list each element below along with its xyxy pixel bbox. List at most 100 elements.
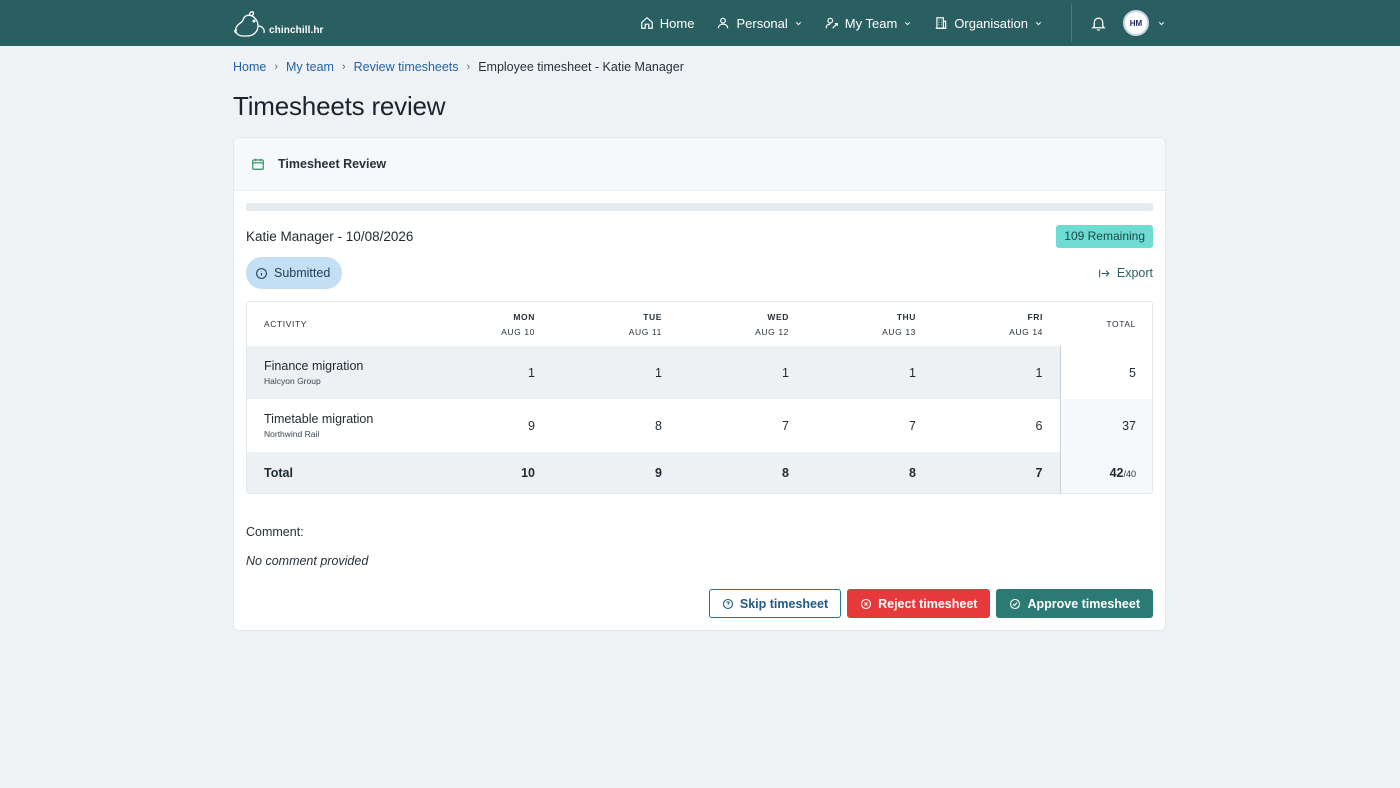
row-total-cell: 5 <box>1059 346 1152 399</box>
day-total-cell: 7 <box>933 452 1060 493</box>
action-buttons: Skip timesheet Reject timesheet Approve … <box>708 589 1153 618</box>
breadcrumb-separator: › <box>466 61 471 73</box>
approve-label: Approve timesheet <box>1027 596 1140 611</box>
activity-name: Finance migration <box>264 359 364 373</box>
hours-cell: 8 <box>552 399 679 452</box>
user-icon <box>718 17 729 29</box>
hours-cell: 1 <box>933 346 1060 399</box>
notifications-button[interactable] <box>1090 15 1107 32</box>
header-day-name: FRI <box>1027 311 1043 322</box>
day-total-cell: 8 <box>679 452 806 493</box>
header-day: THU AUG 13 <box>806 302 933 346</box>
comment-label: Comment: <box>246 525 304 539</box>
activity-cell: Timetable migration Northwind Rail <box>247 399 425 452</box>
activity-name: Timetable migration <box>264 412 374 426</box>
header-day-date: AUG 14 <box>1009 326 1043 337</box>
totals-row: Total 10 9 8 8 7 42/40 <box>247 452 1152 493</box>
breadcrumb-home[interactable]: Home <box>233 60 266 74</box>
header-day: FRI AUG 14 <box>933 302 1060 346</box>
nav-home[interactable]: Home <box>640 15 695 31</box>
hours-cell: 7 <box>806 399 933 452</box>
grand-total-cell: 42/40 <box>1059 452 1152 493</box>
hours-cell: 1 <box>425 346 552 399</box>
nav-my-team[interactable]: My Team <box>825 16 913 31</box>
header-day-name: WED <box>767 311 789 322</box>
employee-row: Katie Manager - 10/08/2026 109 Remaining <box>246 224 1153 248</box>
header-total: TOTAL <box>1106 319 1136 329</box>
review-progress-bar <box>246 203 1153 211</box>
breadcrumb: Home › My team › Review timesheets › Emp… <box>233 60 1166 74</box>
grand-total-target: /40 <box>1123 468 1136 479</box>
x-circle-icon <box>861 598 872 609</box>
nav-organisation-label: Organisation <box>954 15 1028 31</box>
nav-organisation[interactable]: Organisation <box>934 16 1043 31</box>
home-icon <box>640 16 653 29</box>
header-day-name: TUE <box>643 311 662 322</box>
export-button[interactable]: Export <box>1098 266 1153 280</box>
chevron-down-icon <box>795 21 801 25</box>
main-content: Home › My team › Review timesheets › Emp… <box>233 60 1166 631</box>
employee-week-title: Katie Manager - 10/08/2026 <box>246 228 414 244</box>
breadcrumb-my-team[interactable]: My team <box>286 60 334 74</box>
hours-cell: 1 <box>806 346 933 399</box>
page-title: Timesheets review <box>233 91 446 121</box>
user-menu-toggle[interactable] <box>1157 19 1166 28</box>
card-header: Timesheet Review <box>234 138 1165 191</box>
grand-total-value: 42 <box>1109 465 1124 480</box>
header-day-name: MON <box>513 311 535 322</box>
day-total-cell: 9 <box>552 452 679 493</box>
reject-timesheet-button[interactable]: Reject timesheet <box>847 589 991 618</box>
activity-client: Northwind Rail <box>264 429 320 439</box>
card-title: Timesheet Review <box>278 157 387 171</box>
chevron-down-icon <box>1158 21 1165 25</box>
brand-name: chinchill.hr <box>269 25 324 36</box>
status-row: Submitted Export <box>246 257 1153 289</box>
day-total-cell: 8 <box>806 452 933 493</box>
hours-cell: 7 <box>679 399 806 452</box>
building-icon <box>936 17 947 29</box>
reject-label: Reject timesheet <box>878 596 978 611</box>
totals-label: Total <box>247 452 425 493</box>
header-day: MON AUG 10 <box>425 302 552 346</box>
day-total-cell: 10 <box>425 452 552 493</box>
header-day-date: AUG 11 <box>628 326 662 337</box>
top-navbar: chinchill.hr Home Personal My Team Organ… <box>0 0 1400 46</box>
status-label: Submitted <box>274 266 331 280</box>
header-activity: ACTIVITY <box>264 319 308 329</box>
skip-timesheet-button[interactable]: Skip timesheet <box>708 589 842 618</box>
hours-cell: 1 <box>679 346 806 399</box>
info-icon <box>256 267 267 279</box>
export-icon <box>1098 269 1110 277</box>
table-row: Finance migration Halcyon Group 1 1 1 1 … <box>247 346 1152 399</box>
activity-client: Halcyon Group <box>264 376 321 386</box>
brand-logo[interactable]: chinchill.hr <box>233 8 324 38</box>
breadcrumb-current: Employee timesheet - Katie Manager <box>478 60 684 74</box>
question-circle-icon <box>722 598 733 609</box>
export-label: Export <box>1116 266 1153 280</box>
status-badge: Submitted <box>246 257 343 289</box>
hours-cell: 1 <box>552 346 679 399</box>
remaining-badge: 109 Remaining <box>1056 224 1153 248</box>
table-row: Timetable migration Northwind Rail 9 8 7… <box>247 399 1152 452</box>
header-day: TUE AUG 11 <box>552 302 679 346</box>
approve-timesheet-button[interactable]: Approve timesheet <box>996 589 1153 618</box>
timesheet-table: ACTIVITY MON AUG 10 TUE AUG 11 WED AUG 12 T… <box>246 301 1153 494</box>
hours-cell: 6 <box>933 399 1060 452</box>
check-circle-icon <box>1010 598 1021 609</box>
breadcrumb-separator: › <box>341 61 346 73</box>
header-day-date: AUG 12 <box>755 326 789 337</box>
nav-personal[interactable]: Personal <box>716 16 802 31</box>
skip-label: Skip timesheet <box>739 596 829 611</box>
calendar-icon <box>252 158 264 170</box>
nav-home-label: Home <box>659 15 695 31</box>
bell-icon <box>1091 17 1106 31</box>
nav-my-team-label: My Team <box>844 15 898 31</box>
breadcrumb-separator: › <box>274 61 279 73</box>
user-avatar[interactable]: HM <box>1123 10 1149 36</box>
header-day-date: AUG 13 <box>882 326 916 337</box>
card-body: Katie Manager - 10/08/2026 109 Remaining… <box>234 191 1165 568</box>
header-day-date: AUG 10 <box>501 326 535 337</box>
breadcrumb-review-timesheets[interactable]: Review timesheets <box>354 60 459 74</box>
hours-cell: 9 <box>425 399 552 452</box>
team-icon <box>825 17 838 29</box>
